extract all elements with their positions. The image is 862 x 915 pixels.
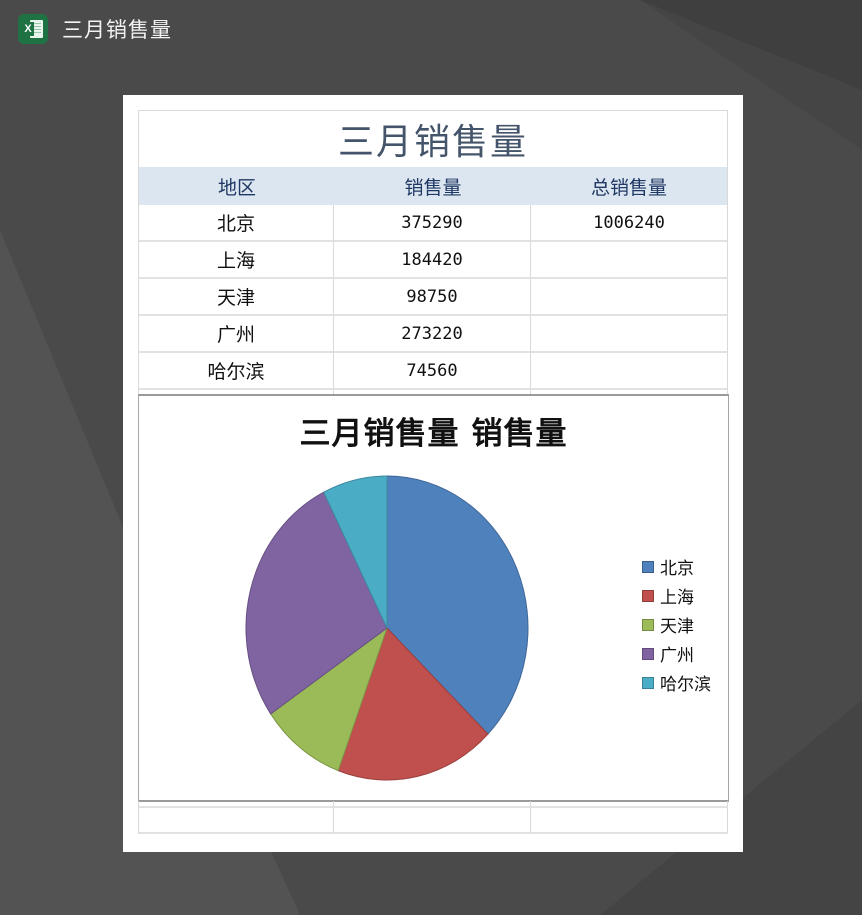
- cell-region[interactable]: 广州: [138, 316, 334, 353]
- pie-plot-area: [245, 475, 529, 781]
- cell-sales[interactable]: 74560: [334, 353, 531, 390]
- table-row: 天津 98750: [138, 279, 728, 316]
- empty-cell[interactable]: [531, 801, 728, 808]
- legend-label: 天津: [660, 617, 694, 637]
- header-sales[interactable]: 销售量: [335, 167, 531, 205]
- excel-icon: X: [18, 14, 48, 44]
- sales-table: 三月销售量 地区 销售量 总销售量 北京 375290 1006240 上海 1…: [138, 110, 728, 394]
- legend-label: 上海: [660, 588, 694, 608]
- cell-total[interactable]: [531, 279, 728, 316]
- legend-label: 哈尔滨: [660, 675, 711, 695]
- table-row: 北京 375290 1006240: [138, 205, 728, 242]
- legend-item: 广州: [642, 639, 711, 668]
- cell-total[interactable]: [531, 242, 728, 279]
- sheet-title: 三月销售量: [337, 122, 528, 163]
- cell-region[interactable]: 北京: [138, 205, 334, 242]
- legend-swatch: [642, 676, 654, 689]
- table-row: 上海 184420: [138, 242, 728, 279]
- cell-region[interactable]: 上海: [138, 242, 334, 279]
- spreadsheet-page: 三月销售量 地区 销售量 总销售量 北京 375290 1006240 上海 1…: [123, 95, 743, 852]
- document-title: 三月销售量: [62, 18, 172, 42]
- empty-cell[interactable]: [531, 808, 728, 834]
- cell-sales[interactable]: 184420: [334, 242, 531, 279]
- legend-swatch: [642, 560, 654, 573]
- cell-total[interactable]: [531, 353, 728, 390]
- empty-cell[interactable]: [138, 801, 334, 808]
- header-total[interactable]: 总销售量: [531, 167, 727, 205]
- empty-rows: [138, 801, 729, 834]
- empty-cell[interactable]: [138, 808, 334, 834]
- cell-sales[interactable]: 273220: [334, 316, 531, 353]
- legend-swatch: [642, 618, 654, 631]
- legend-item: 北京: [642, 552, 711, 581]
- cell-sales[interactable]: 98750: [334, 279, 531, 316]
- cell-sales[interactable]: 375290: [334, 205, 531, 242]
- empty-cell[interactable]: [334, 801, 531, 808]
- pie-chart[interactable]: 三月销售量 销售量 北京 上海 天津 广州 哈尔滨: [138, 394, 729, 802]
- legend-item: 上海: [642, 581, 711, 610]
- table-header-row: 地区 销售量 总销售量: [138, 167, 728, 205]
- header-region[interactable]: 地区: [139, 167, 335, 205]
- legend-item: 哈尔滨: [642, 668, 711, 697]
- app-header: X 三月销售量: [18, 12, 172, 46]
- legend-label: 北京: [660, 559, 694, 579]
- table-row: 哈尔滨 74560: [138, 353, 728, 390]
- chart-legend[interactable]: 北京 上海 天津 广州 哈尔滨: [642, 552, 711, 697]
- legend-swatch: [642, 647, 654, 660]
- cell-total[interactable]: 1006240: [531, 205, 728, 242]
- legend-item: 天津: [642, 610, 711, 639]
- legend-swatch: [642, 589, 654, 602]
- empty-cell[interactable]: [334, 808, 531, 834]
- legend-label: 广州: [660, 646, 694, 666]
- cell-region[interactable]: 天津: [138, 279, 334, 316]
- table-row: 广州 273220: [138, 316, 728, 353]
- sheet-title-cell[interactable]: 三月销售量: [138, 110, 728, 167]
- cell-region[interactable]: 哈尔滨: [138, 353, 334, 390]
- cell-total[interactable]: [531, 316, 728, 353]
